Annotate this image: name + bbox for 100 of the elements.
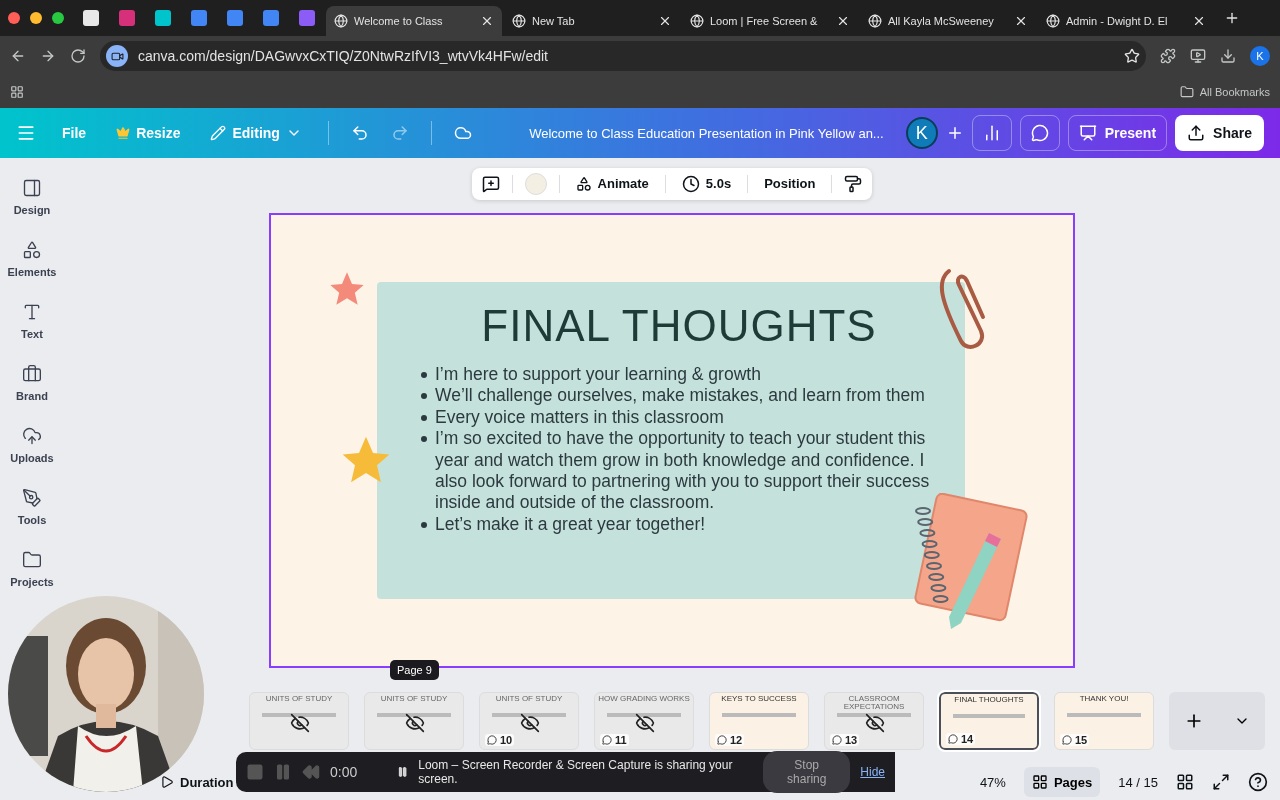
- page-number: 11: [600, 734, 629, 747]
- download-icon[interactable]: [1220, 48, 1236, 64]
- reload-icon[interactable]: [70, 48, 86, 64]
- close-icon[interactable]: [480, 14, 494, 28]
- page-thumbnail[interactable]: THANK YOU! 15: [1054, 692, 1154, 751]
- page-number: 14: [946, 733, 976, 746]
- hidden-eye-icon: [865, 713, 885, 734]
- sidebar-item[interactable]: Text: [0, 302, 64, 340]
- elements-icon: [22, 240, 42, 260]
- hide-link[interactable]: Hide: [860, 765, 885, 779]
- grid-view-icon[interactable]: [1176, 773, 1194, 792]
- color-swatch[interactable]: [524, 172, 547, 195]
- position-button[interactable]: Position: [760, 176, 820, 192]
- crown-icon: [116, 126, 131, 140]
- cloud-save-icon[interactable]: [453, 124, 472, 142]
- browser-tab[interactable]: New Tab: [504, 6, 680, 36]
- cast-icon[interactable]: [1190, 48, 1206, 64]
- zoom-level[interactable]: 47%: [979, 774, 1006, 790]
- page-thumbnail[interactable]: KEYS TO SUCCESS 12: [709, 692, 809, 751]
- page-thumbnail[interactable]: UNITS OF STUDY: [249, 692, 349, 751]
- sidebar-item[interactable]: Uploads: [0, 426, 64, 464]
- present-button[interactable]: Present: [1067, 115, 1168, 151]
- speech-bubble-icon: [832, 735, 842, 746]
- globe-icon: [690, 14, 704, 28]
- recording-time: 0:00: [330, 764, 358, 780]
- close-icon[interactable]: [836, 14, 850, 28]
- shapes-icon: [575, 175, 592, 192]
- hidden-eye-icon: [520, 713, 540, 734]
- text-icon: [22, 302, 42, 322]
- page-number: 12: [715, 734, 745, 747]
- new-tab-icon[interactable]: [1224, 10, 1240, 26]
- all-bookmarks-link[interactable]: All Bookmarks: [1179, 85, 1270, 99]
- browser-tab[interactable]: Loom | Free Screen &: [682, 6, 858, 36]
- projects-icon: [22, 550, 42, 570]
- close-icon[interactable]: [1192, 14, 1206, 28]
- duration-button[interactable]: 5.0s: [677, 174, 736, 193]
- paint-roller-icon[interactable]: [844, 174, 863, 193]
- bookmark-star-icon[interactable]: [1124, 48, 1140, 64]
- design-title[interactable]: Welcome to Class Education Presentation in Pink Yellow an...: [493, 125, 884, 141]
- browser-tab[interactable]: Welcome to Class: [326, 6, 502, 36]
- fullscreen-icon[interactable]: [1212, 773, 1230, 792]
- profile-avatar[interactable]: K: [1250, 46, 1270, 66]
- thumbnail-title: KEYS TO SUCCESS: [720, 695, 798, 704]
- close-icon[interactable]: [658, 14, 672, 28]
- sidebar-item[interactable]: Brand: [0, 364, 64, 402]
- tools-icon: [22, 488, 42, 508]
- sidebar-item[interactable]: Design: [0, 178, 64, 216]
- forward-icon[interactable]: [40, 48, 56, 64]
- page-counter: 14 / 15: [1118, 774, 1158, 790]
- user-avatar[interactable]: K: [905, 117, 938, 149]
- extensions-icon[interactable]: [1160, 48, 1176, 64]
- hidden-eye-icon: [405, 713, 425, 734]
- grid-icon: [1031, 774, 1048, 791]
- clock-icon: [681, 174, 700, 193]
- page-tooltip: Page 9: [390, 660, 439, 680]
- close-icon[interactable]: [1014, 14, 1028, 28]
- browser-tab[interactable]: All Kayla McSweeney: [860, 6, 1036, 36]
- pause-icon: [397, 766, 409, 778]
- speech-bubble-icon: [717, 735, 727, 746]
- stop-sharing-button[interactable]: Stop sharing: [763, 751, 851, 793]
- pages-button[interactable]: Pages: [1023, 767, 1101, 798]
- undo-icon[interactable]: [350, 124, 369, 142]
- thumbnail-title: UNITS OF STUDY: [264, 695, 334, 704]
- animate-button[interactable]: Animate: [571, 175, 653, 192]
- thumbnail-title: CLASSROOM EXPECTATIONS: [842, 695, 906, 712]
- share-button[interactable]: Share: [1175, 115, 1264, 151]
- thumbnail-title: THANK YOU!: [1078, 695, 1130, 704]
- page-thumbnail[interactable]: UNITS OF STUDY 10: [479, 692, 579, 751]
- window-minimize-control[interactable]: [30, 12, 42, 24]
- browser-tab[interactable]: Admin - Dwight D. El: [1038, 6, 1214, 36]
- globe-icon: [334, 14, 348, 28]
- page-thumbnail[interactable]: CLASSROOM EXPECTATIONS 13: [824, 692, 924, 751]
- insights-button[interactable]: [971, 115, 1012, 151]
- window-zoom-control[interactable]: [52, 12, 64, 24]
- speech-bubble-icon: [602, 735, 612, 746]
- sharing-message: Loom – Screen Recorder & Screen Capture is sharing your screen.: [418, 758, 734, 786]
- address-bar[interactable]: canva.com/design/DAGwvxCxTIQ/Z0NtwRzIfVI3_wtvVk4HFw/edit: [100, 41, 1146, 71]
- bullet-text: I’m here to support your learning & growth: [421, 363, 937, 386]
- thumbnail-title: UNITS OF STUDY: [494, 695, 564, 704]
- comment-button[interactable]: [1019, 115, 1060, 151]
- page-thumbnail[interactable]: FINAL THOUGHTS 14: [939, 692, 1039, 751]
- back-icon[interactable]: [10, 48, 26, 64]
- apps-icon[interactable]: [10, 85, 24, 99]
- duration-button[interactable]: Duration: [154, 773, 240, 791]
- window-close-control[interactable]: [8, 12, 20, 24]
- sidebar-item[interactable]: Tools: [0, 488, 64, 526]
- help-icon[interactable]: [1248, 772, 1268, 793]
- upload-icon: [1187, 124, 1206, 142]
- globe-icon: [512, 14, 526, 28]
- sidebar-item[interactable]: Elements: [0, 240, 64, 278]
- page-thumbnail[interactable]: UNITS OF STUDY: [364, 692, 464, 751]
- speech-bubble-icon: [1030, 124, 1049, 142]
- page-number: 10: [485, 734, 515, 747]
- comment-add-icon[interactable]: [481, 174, 500, 193]
- bullet-text: We’ll challenge ourselves, make mistakes, and learn from them: [421, 385, 937, 407]
- pencil-icon: [210, 125, 227, 141]
- sidebar-item[interactable]: Projects: [0, 550, 64, 588]
- page-number: 15: [1060, 734, 1090, 747]
- thumbnail-title: FINAL THOUGHTS: [953, 696, 1025, 705]
- page-thumbnail[interactable]: HOW GRADING WORKS 11: [594, 692, 694, 751]
